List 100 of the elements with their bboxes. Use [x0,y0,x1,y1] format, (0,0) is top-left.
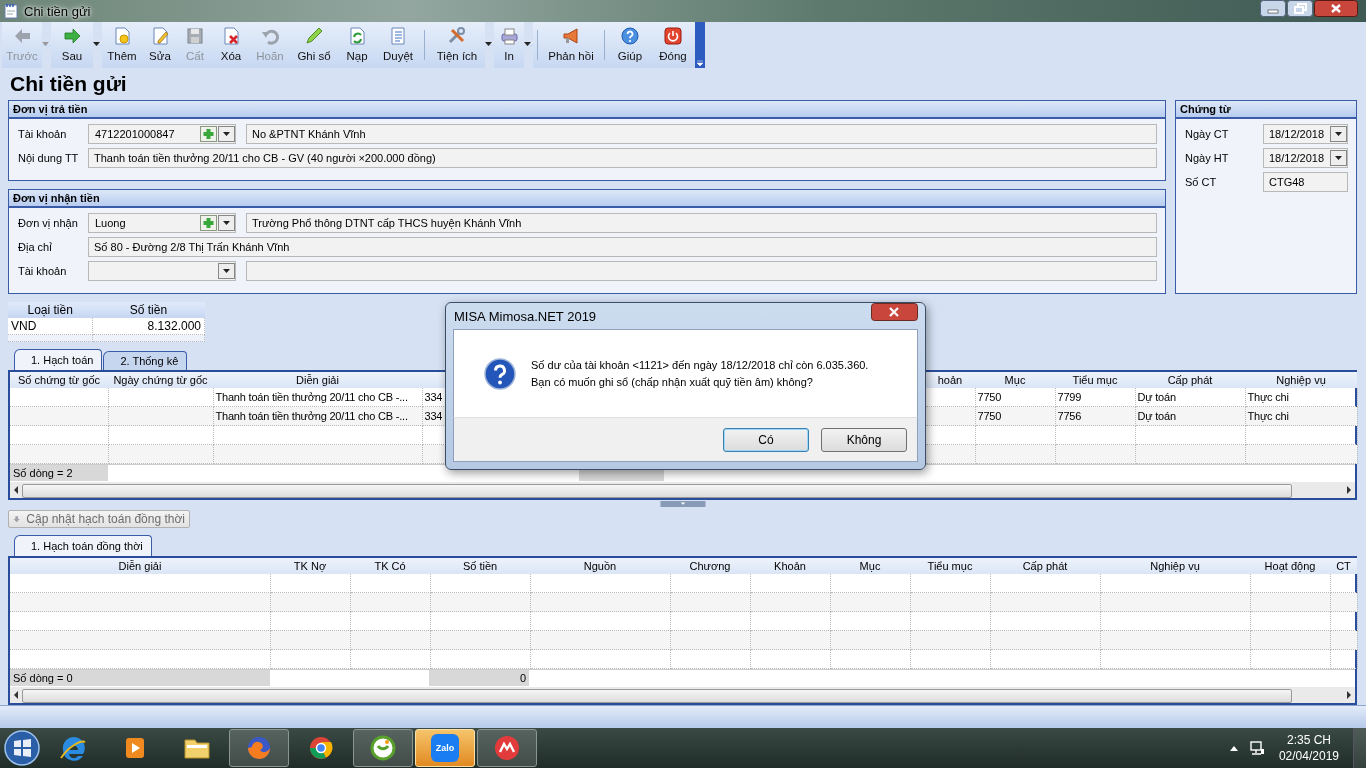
app-icon-label: Zalo [435,743,455,753]
dropdown-icon[interactable] [218,215,235,232]
tab[interactable]: 1. Hạch toán [14,349,103,370]
toolbar-button[interactable]: Sau [51,22,93,68]
column-header: CT [1330,558,1357,574]
dropdown-icon[interactable] [218,263,235,280]
toolbar-button[interactable]: Thêm [102,22,142,68]
tab[interactable]: 2. Thống kê [103,351,188,370]
caret-icon[interactable] [93,42,102,46]
combo-box[interactable]: Luong [88,213,236,234]
date-field[interactable]: 18/12/2018 [1263,148,1348,168]
page-heading: Chi tiền gửi [9,71,128,97]
new-document-icon [112,26,132,46]
tab[interactable]: 1. Hạch toán đồng thời [14,535,152,556]
close-icon[interactable] [1314,0,1358,17]
table-cell: Dự toán [1135,388,1245,407]
column-header: Loại tiền [8,302,93,318]
field-label: Tài khoản [18,128,68,140]
pencil-icon [304,26,324,46]
column-header: Cấp phát [990,558,1100,574]
taskbar-button[interactable]: Zalo [415,729,475,767]
column-header: Hoạt động [1250,558,1330,574]
horizontal-scrollbar[interactable] [10,687,1355,703]
taskbar-button[interactable] [477,729,537,767]
save-icon [185,26,205,46]
toolbar-button[interactable]: Xóa [212,22,250,68]
column-header: Nghiệp vụ [1100,558,1250,574]
input-field[interactable]: Thanh toán tiền thưởng 20/11 cho CB - GV (40 người ×200.000 đồng) [88,148,1157,168]
table-cell: VND [8,318,93,335]
clock-date: 02/04/2019 [1278,748,1339,764]
dropdown-icon[interactable] [1330,126,1347,142]
clock[interactable]: 2:35 CH 02/04/2019 [1274,732,1343,764]
toolbar-button[interactable]: Giúp [609,22,651,68]
network-icon[interactable] [1248,740,1265,756]
group-title: Đơn vị nhận tiền [9,190,1165,209]
field-label: Đơn vị nhận [18,217,79,230]
input-field[interactable]: Trường Phổ thông DTNT cấp THCS huyện Khánh Vĩnh [246,213,1157,234]
toolbar-button[interactable]: Duyệt [376,22,420,68]
dialog-message: Số dư của tài khoản <1121> đến ngày 18/12/2018 chỉ còn 6.035.360. Bạn có muốn ghi sổ (chấp nhận xuất quỹ tiền âm) không? [531,357,869,390]
restore-icon[interactable] [1287,0,1313,17]
field-label: Số CT [1185,176,1218,188]
column-header: TK Nợ [270,558,350,574]
toolbar-separator [533,22,542,68]
horizontal-scrollbar[interactable] [10,482,1355,498]
column-header: Cấp phát [1135,372,1245,388]
column-header: Diễn giải [213,372,422,388]
column-header: Số tiền [430,558,530,574]
caret-icon[interactable] [485,42,494,46]
field-label: Nội dung TT [18,152,80,164]
minimize-icon[interactable] [1260,0,1286,17]
start-icon[interactable] [2,728,42,768]
dialog-button[interactable]: Có [723,427,809,452]
input-field[interactable]: CTG48 [1263,172,1348,192]
column-header: Nghiệp vụ [1245,372,1357,388]
clock-time: 2:35 CH [1286,732,1331,748]
column-header: Chương [670,558,750,574]
toolbar-button[interactable]: Nạp [338,22,376,68]
toolbar-button[interactable]: In [494,22,524,68]
tray-expand-icon[interactable] [1228,744,1239,752]
column-header: Tiểu mục [1055,372,1135,388]
power-icon [663,26,683,46]
close-icon[interactable] [871,303,918,321]
right-arrow-icon [62,26,82,46]
total-cell: 0 [429,670,530,686]
toolbar-button[interactable]: Tiện ích [429,22,485,68]
column-header: hoản [925,372,975,388]
caret-icon[interactable] [524,42,533,46]
toolbar-button[interactable]: Phản hồi [542,22,600,68]
row-count-label: Số dòng = 2 [10,465,108,481]
help-icon [620,26,640,46]
combo-box[interactable]: 4712201000847 [88,124,236,144]
table-cell: 7750 [975,388,1055,407]
table-cell: 8.132.000 [92,318,205,335]
column-header: Ngày chứng từ gốc [108,372,213,388]
column-header: Số tiền [92,302,205,318]
dropdown-icon[interactable] [1330,150,1347,166]
field-label: Ngày CT [1185,128,1230,140]
dropdown-icon[interactable] [218,126,235,142]
table-cell: Thực chi [1245,388,1357,407]
input-field[interactable] [246,261,1157,282]
date-field[interactable]: 18/12/2018 [1263,124,1348,144]
input-field[interactable]: Số 80 - Đường 2/8 Thị Trấn Khánh Vĩnh [88,237,1157,258]
column-header: Diễn giải [10,558,270,574]
reload-document-icon [347,26,367,46]
dialog-button[interactable]: Không [821,427,907,452]
toolbar-button[interactable]: Sửa [142,22,178,68]
taskbar-button[interactable] [353,729,413,767]
table-cell: 7799 [1055,388,1135,407]
toolbar-button[interactable]: Đóng [651,22,695,68]
table-cell: Thanh toán tiền thưởng 20/11 cho CB -... [213,388,422,407]
column-header: Nguồn [530,558,670,574]
input-field[interactable]: No &PTNT Khánh Vĩnh [246,124,1157,144]
toolbar-overflow-icon[interactable] [695,22,705,68]
scroll-thumb[interactable] [22,689,1293,703]
column-header: Mục [975,372,1055,388]
scroll-thumb[interactable] [22,484,1293,498]
group-title: Chứng từ [1176,101,1356,119]
column-header: Mục [830,558,910,574]
column-header: Khoản [750,558,830,574]
toolbar-button[interactable]: Ghi sổ [290,22,338,68]
